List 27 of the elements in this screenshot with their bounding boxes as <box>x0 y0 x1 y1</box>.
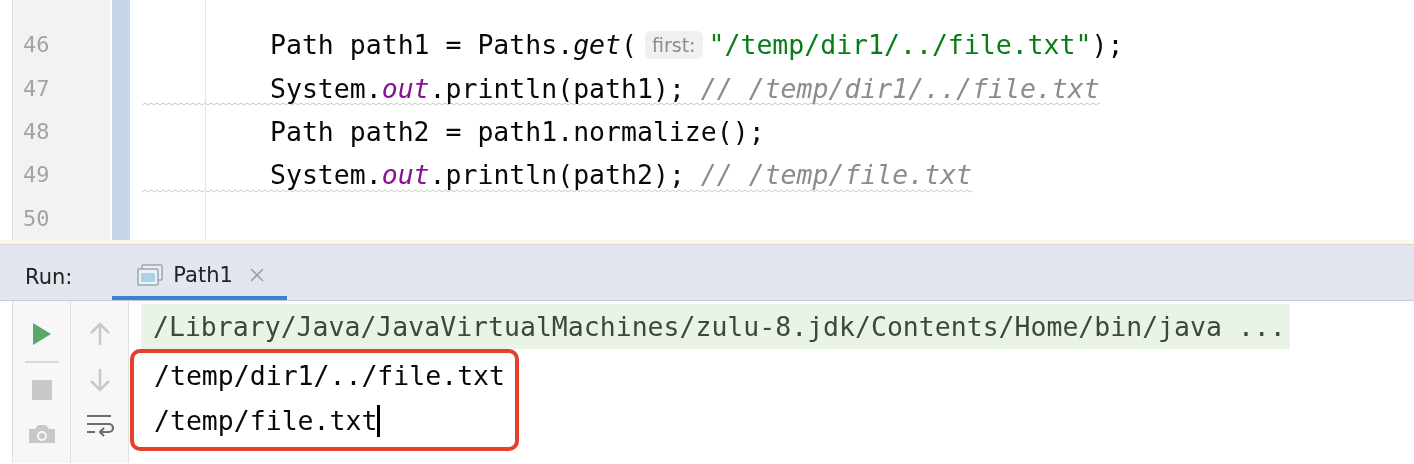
console-output-line: /temp/file.txt <box>154 405 378 436</box>
line-number: 49 <box>23 162 50 188</box>
line-number: 48 <box>23 119 50 144</box>
code-text: .println(path2); <box>429 159 685 191</box>
code-text: ( <box>621 29 637 61</box>
console-output-line: /temp/dir1/../file.txt <box>154 360 505 391</box>
parameter-hint: first: <box>645 30 703 59</box>
run-tab[interactable]: Path1 <box>112 245 287 300</box>
code-comment: // /temp/file.txt <box>700 159 973 191</box>
line-number: 46 <box>23 32 50 58</box>
code-text: System. <box>270 72 382 104</box>
code-text: .println(path1); <box>429 72 685 104</box>
window-icon <box>137 263 164 286</box>
soft-wrap-icon[interactable] <box>85 413 114 439</box>
string-literal: "/temp/dir1/../file.txt" <box>708 29 1092 61</box>
method-name: get <box>573 29 621 61</box>
close-icon[interactable] <box>248 266 265 283</box>
code-text: System. <box>270 159 382 191</box>
line-number: 50 <box>23 205 50 231</box>
field-name: out <box>381 159 430 191</box>
code-text: Path path2 = path1.normalize(); <box>270 116 765 147</box>
code-text: Path path1 = Paths. <box>270 29 574 61</box>
code-comment: // /temp/dir1/../file.txt <box>700 72 1100 104</box>
field-name: out <box>381 72 430 104</box>
code-text: ); <box>1091 29 1124 61</box>
line-number: 47 <box>23 75 50 101</box>
run-label: Run: <box>25 264 73 289</box>
